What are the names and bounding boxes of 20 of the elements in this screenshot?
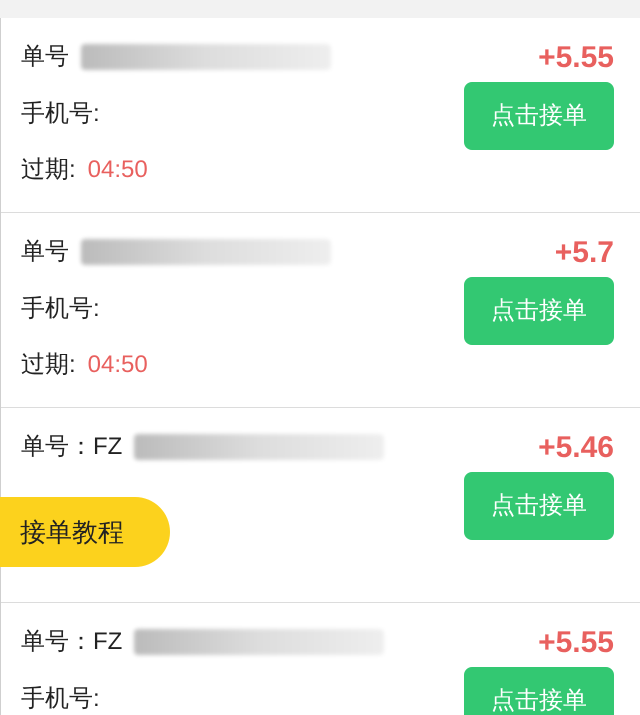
- amount-text: +5.55: [538, 624, 614, 660]
- phone-label: 手机号:: [21, 99, 101, 129]
- phone-label: 手机号:: [21, 294, 101, 324]
- phone-label: 手机号:: [21, 684, 101, 714]
- amount-text: +5.7: [554, 234, 614, 270]
- countdown-time: 04:50: [88, 350, 148, 380]
- accept-order-button[interactable]: 点击接单: [464, 82, 614, 150]
- expiry-label: 过期:: [21, 155, 76, 185]
- order-label: 单号: [21, 237, 69, 267]
- amount-text: +5.46: [538, 430, 614, 466]
- tutorial-button[interactable]: 接单教程: [0, 497, 170, 567]
- order-label: 单号：FZ: [21, 432, 122, 462]
- accept-order-button[interactable]: 点击接单: [464, 277, 614, 345]
- accept-order-button[interactable]: 点击接单: [464, 472, 614, 540]
- expiry-label: 过期:: [21, 350, 76, 380]
- order-label: 单号：FZ: [21, 627, 122, 657]
- accept-order-button[interactable]: 点击接单: [464, 667, 614, 715]
- countdown-time: 04:50: [88, 155, 148, 185]
- amount-text: +5.55: [538, 40, 614, 76]
- order-label: 单号: [21, 42, 69, 72]
